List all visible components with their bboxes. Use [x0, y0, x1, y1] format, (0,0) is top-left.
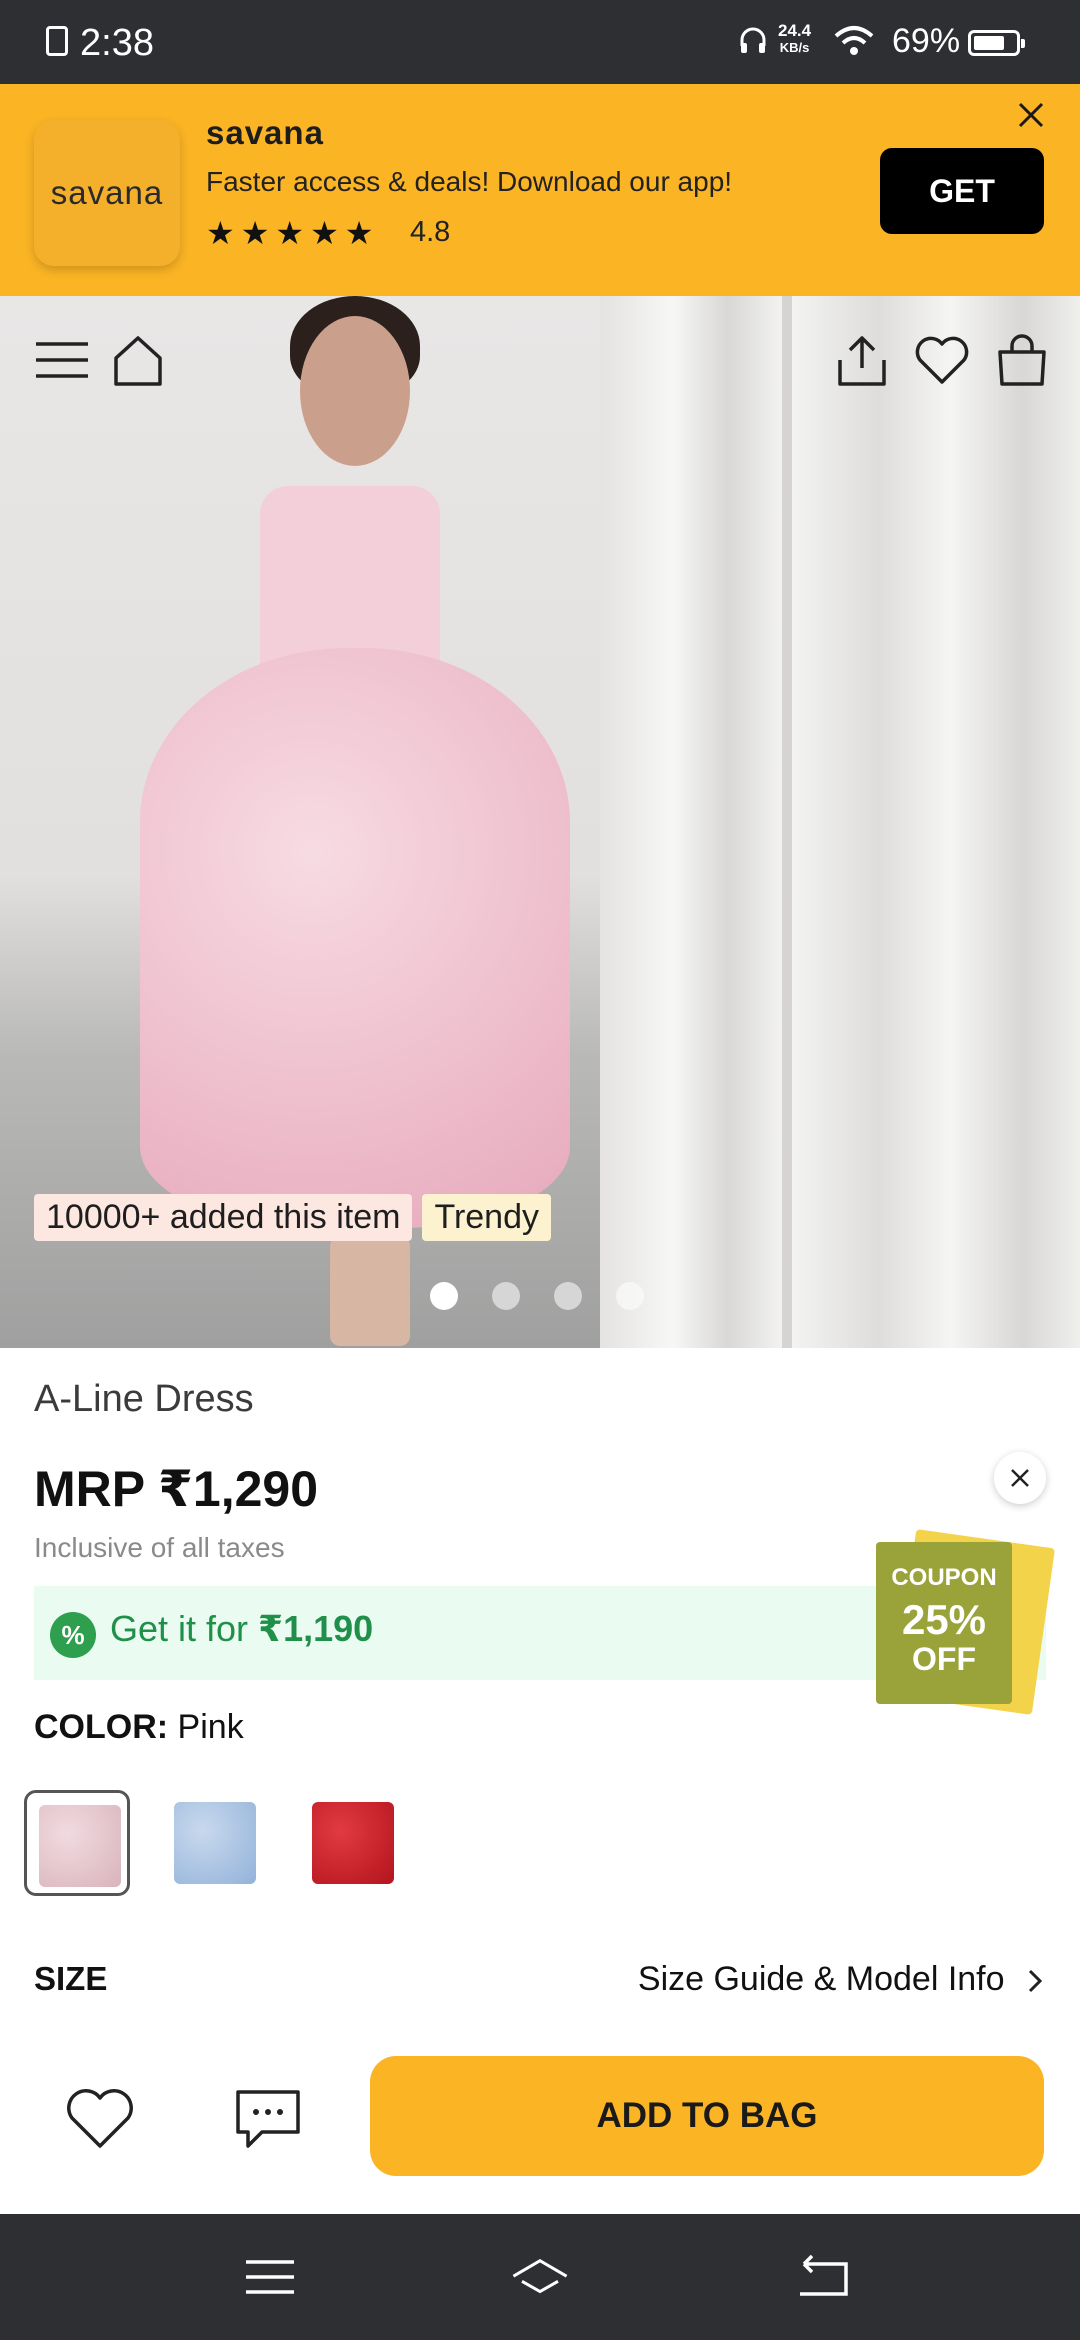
coupon-ticket-front: COUPON 25% OFF [876, 1542, 1012, 1704]
shopping-bag-icon[interactable] [992, 330, 1052, 390]
menu-icon[interactable] [32, 330, 92, 390]
color-swatch-red[interactable] [300, 1790, 406, 1896]
dress-skirt [140, 648, 570, 1228]
close-banner-icon[interactable] [1014, 98, 1048, 132]
product-title: A-Line Dress [34, 1378, 254, 1420]
product-photo-next[interactable] [792, 296, 1080, 1348]
network-speed: 24.4 KB/s [778, 21, 812, 55]
banner-rating: 4.8 [410, 216, 451, 248]
color-swatch-blue[interactable] [162, 1790, 268, 1896]
popularity-tag: 10000+ added this item [34, 1194, 413, 1241]
carousel-dot[interactable] [492, 1282, 520, 1310]
app-logo: savana [34, 120, 180, 266]
carousel-dot[interactable] [616, 1282, 644, 1310]
chat-icon[interactable] [232, 2086, 304, 2152]
share-icon[interactable] [832, 330, 892, 390]
chevron-right-icon [1028, 1969, 1043, 1993]
coupon-label: COUPON [891, 1564, 997, 1591]
size-guide-link[interactable]: Size Guide & Model Info [638, 1960, 1046, 1999]
rating-stars-icon: ★★★★★ [206, 215, 380, 251]
product-image-gallery[interactable]: 10000+ added this item Trendy [0, 296, 1080, 1348]
banner-app-name: savana [206, 114, 324, 151]
offer-price: ₹1,190 [258, 1608, 374, 1649]
get-app-button[interactable]: GET [880, 148, 1044, 234]
product-photo-main[interactable] [0, 296, 782, 1348]
curtain-backdrop [792, 296, 1080, 1348]
discount-percent-icon: % [50, 1612, 96, 1658]
back-icon[interactable] [792, 2252, 852, 2302]
wishlist-heart-icon[interactable] [64, 2086, 136, 2152]
carousel-dot[interactable] [430, 1282, 458, 1310]
swatch-image [312, 1802, 394, 1884]
offer-text: Get it for ₹1,190 [110, 1608, 374, 1649]
bottom-action-bar: ADD TO BAG [0, 2030, 1080, 2214]
trendy-tag: Trendy [422, 1194, 551, 1241]
product-price: MRP ₹1,290 [34, 1461, 319, 1517]
status-time: 2:38 [80, 22, 154, 64]
carousel-dot[interactable] [554, 1282, 582, 1310]
system-home-icon[interactable] [510, 2252, 570, 2302]
swatch-image [174, 1802, 256, 1884]
curtain-backdrop [600, 296, 782, 1348]
add-to-bag-button[interactable]: ADD TO BAG [370, 2056, 1044, 2176]
close-icon [1011, 1469, 1029, 1487]
coupon-badge[interactable]: COUPON 25% OFF [876, 1529, 1056, 1715]
color-selector-label: COLOR: Pink [34, 1708, 244, 1746]
wifi-icon [834, 26, 874, 55]
coupon-percent: 25% [901, 1596, 987, 1643]
color-swatch-pink[interactable] [24, 1790, 130, 1896]
carousel-dots[interactable] [430, 1282, 644, 1310]
app-install-banner: savana savana Faster access & deals! Dow… [0, 84, 1080, 296]
wishlist-heart-icon[interactable] [912, 330, 972, 390]
close-coupon-button[interactable] [994, 1452, 1046, 1504]
home-icon[interactable] [108, 330, 168, 390]
size-label: SIZE [34, 1960, 108, 1997]
image-tags: 10000+ added this item Trendy [34, 1194, 551, 1241]
coupon-off: OFF [912, 1641, 976, 1677]
banner-tagline: Faster access & deals! Download our app! [206, 166, 733, 197]
model-legs [330, 1236, 410, 1346]
system-navigation-bar [0, 2214, 1080, 2340]
recent-apps-icon[interactable] [240, 2252, 300, 2302]
swatch-image [39, 1805, 121, 1887]
size-row: SIZE Size Guide & Model Info [34, 1960, 1046, 2010]
battery-percent: 69% [892, 22, 961, 60]
tax-note: Inclusive of all taxes [34, 1532, 285, 1563]
battery-icon [968, 30, 1025, 56]
status-bar: 2:38 24.4 KB/s 69% [0, 0, 1080, 84]
selected-color: Pink [177, 1708, 244, 1746]
headphones-icon [740, 27, 766, 53]
